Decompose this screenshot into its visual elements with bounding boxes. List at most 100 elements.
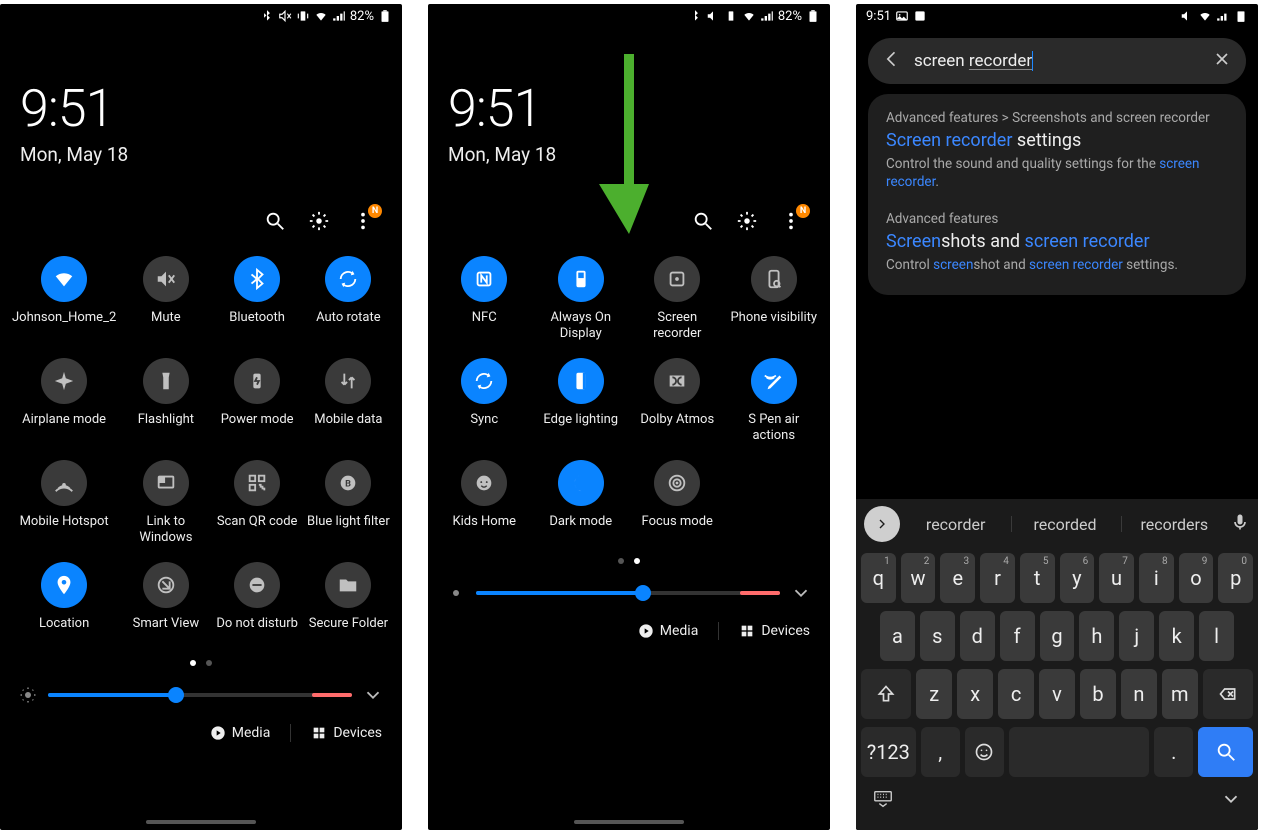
gesture-handle[interactable] [146, 820, 256, 824]
qs-toggle-focus[interactable]: Focus mode [629, 460, 726, 556]
gear-icon[interactable] [736, 210, 758, 232]
aod-icon[interactable] [558, 256, 604, 302]
brightness-thumb[interactable] [168, 687, 184, 703]
screenrec-icon[interactable] [654, 256, 700, 302]
key-v[interactable]: v [1039, 669, 1075, 719]
chevron-down-icon[interactable] [362, 684, 384, 706]
suggestion[interactable]: recorded [1011, 515, 1118, 534]
chevron-down-icon[interactable] [790, 582, 812, 604]
mobiledata-icon[interactable] [325, 358, 371, 404]
sync-icon[interactable] [461, 358, 507, 404]
qs-toggle-flashlight[interactable]: Flashlight [120, 358, 211, 454]
power-icon[interactable] [234, 358, 280, 404]
qs-toggle-location[interactable]: Location [8, 562, 120, 658]
media-button[interactable]: Media [210, 725, 271, 741]
bluelight-icon[interactable]: B [325, 460, 371, 506]
qs-toggle-kids[interactable]: Kids Home [436, 460, 533, 556]
clear-icon[interactable] [1212, 49, 1232, 73]
comma-key[interactable]: , [921, 727, 960, 777]
key-a[interactable]: a [880, 611, 915, 661]
search-icon[interactable] [692, 210, 714, 232]
qs-toggle-autorotate[interactable]: Auto rotate [303, 256, 394, 352]
search-result[interactable]: Advanced features Screenshots and screen… [886, 211, 1228, 274]
mic-icon[interactable] [1230, 512, 1250, 536]
key-b[interactable]: b [1080, 669, 1116, 719]
key-w[interactable]: w2 [901, 553, 936, 603]
qs-toggle-hotspot[interactable]: Mobile Hotspot [8, 460, 120, 556]
search-icon[interactable] [264, 210, 286, 232]
autorotate-icon[interactable] [325, 256, 371, 302]
key-m[interactable]: m [1162, 669, 1198, 719]
key-o[interactable]: o9 [1179, 553, 1214, 603]
qs-toggle-nfc[interactable]: NFC [436, 256, 533, 352]
key-r[interactable]: r4 [980, 553, 1015, 603]
mute-icon[interactable] [143, 256, 189, 302]
key-d[interactable]: d [960, 611, 995, 661]
airplane-icon[interactable] [41, 358, 87, 404]
wifi-icon[interactable] [41, 256, 87, 302]
key-g[interactable]: g [1040, 611, 1075, 661]
spen-icon[interactable] [751, 358, 797, 404]
key-i[interactable]: i8 [1139, 553, 1174, 603]
key-j[interactable]: j [1119, 611, 1154, 661]
qs-toggle-folder[interactable]: Secure Folder [303, 562, 394, 658]
key-e[interactable]: e3 [940, 553, 975, 603]
suggestion[interactable]: recorders [1121, 515, 1228, 534]
key-t[interactable]: t5 [1020, 553, 1055, 603]
more-icon[interactable]: N [352, 210, 374, 232]
chevron-down-icon[interactable] [1220, 788, 1242, 814]
qs-toggle-bluelight[interactable]: BBlue light filter [303, 460, 394, 556]
qs-toggle-spen[interactable]: S Pen air actions [726, 358, 823, 454]
brightness-slider[interactable] [476, 591, 780, 595]
gesture-handle[interactable] [574, 820, 684, 824]
back-icon[interactable] [882, 49, 902, 73]
key-f[interactable]: f [1000, 611, 1035, 661]
dnd-icon[interactable] [234, 562, 280, 608]
backspace-key[interactable] [1203, 669, 1253, 719]
shift-key[interactable] [861, 669, 911, 719]
qs-toggle-mobiledata[interactable]: Mobile data [303, 358, 394, 454]
space-key[interactable] [1009, 727, 1150, 777]
key-y[interactable]: y6 [1060, 553, 1095, 603]
qr-icon[interactable] [234, 460, 280, 506]
qs-toggle-linkwin[interactable]: Link to Windows [120, 460, 211, 556]
key-c[interactable]: c [998, 669, 1034, 719]
edge-icon[interactable] [558, 358, 604, 404]
qs-toggle-sync[interactable]: Sync [436, 358, 533, 454]
devices-button[interactable]: Devices [311, 725, 382, 741]
location-icon[interactable] [41, 562, 87, 608]
qs-toggle-bluetooth[interactable]: Bluetooth [212, 256, 303, 352]
qs-toggle-screenrec[interactable]: Screen recorder [629, 256, 726, 352]
phonevis-icon[interactable] [751, 256, 797, 302]
qs-toggle-airplane[interactable]: Airplane mode [8, 358, 120, 454]
symbols-key[interactable]: ?123 [861, 727, 916, 777]
hotspot-icon[interactable] [41, 460, 87, 506]
devices-button[interactable]: Devices [739, 623, 810, 639]
key-n[interactable]: n [1121, 669, 1157, 719]
brightness-slider[interactable] [48, 693, 352, 697]
media-button[interactable]: Media [638, 623, 699, 639]
linkwin-icon[interactable] [143, 460, 189, 506]
smartview-icon[interactable] [143, 562, 189, 608]
folder-icon[interactable] [325, 562, 371, 608]
qs-toggle-aod[interactable]: Always On Display [533, 256, 630, 352]
search-input[interactable]: screen recorder [914, 51, 1200, 72]
flashlight-icon[interactable] [143, 358, 189, 404]
qs-toggle-dolby[interactable]: Dolby Atmos [629, 358, 726, 454]
qs-toggle-mute[interactable]: Mute [120, 256, 211, 352]
qs-toggle-power[interactable]: Power mode [212, 358, 303, 454]
key-s[interactable]: s [920, 611, 955, 661]
key-u[interactable]: u7 [1099, 553, 1134, 603]
dolby-icon[interactable] [654, 358, 700, 404]
bluetooth-icon[interactable] [234, 256, 280, 302]
brightness-thumb[interactable] [635, 585, 651, 601]
key-x[interactable]: x [957, 669, 993, 719]
search-bar[interactable]: screen recorder [868, 38, 1246, 84]
key-z[interactable]: z [916, 669, 952, 719]
period-key[interactable]: . [1154, 727, 1193, 777]
qs-toggle-darkmode[interactable]: Dark mode [533, 460, 630, 556]
qs-toggle-edge[interactable]: Edge lighting [533, 358, 630, 454]
expand-suggestions-icon[interactable] [864, 506, 900, 542]
key-h[interactable]: h [1079, 611, 1114, 661]
suggestion[interactable]: recorder [902, 515, 1009, 534]
